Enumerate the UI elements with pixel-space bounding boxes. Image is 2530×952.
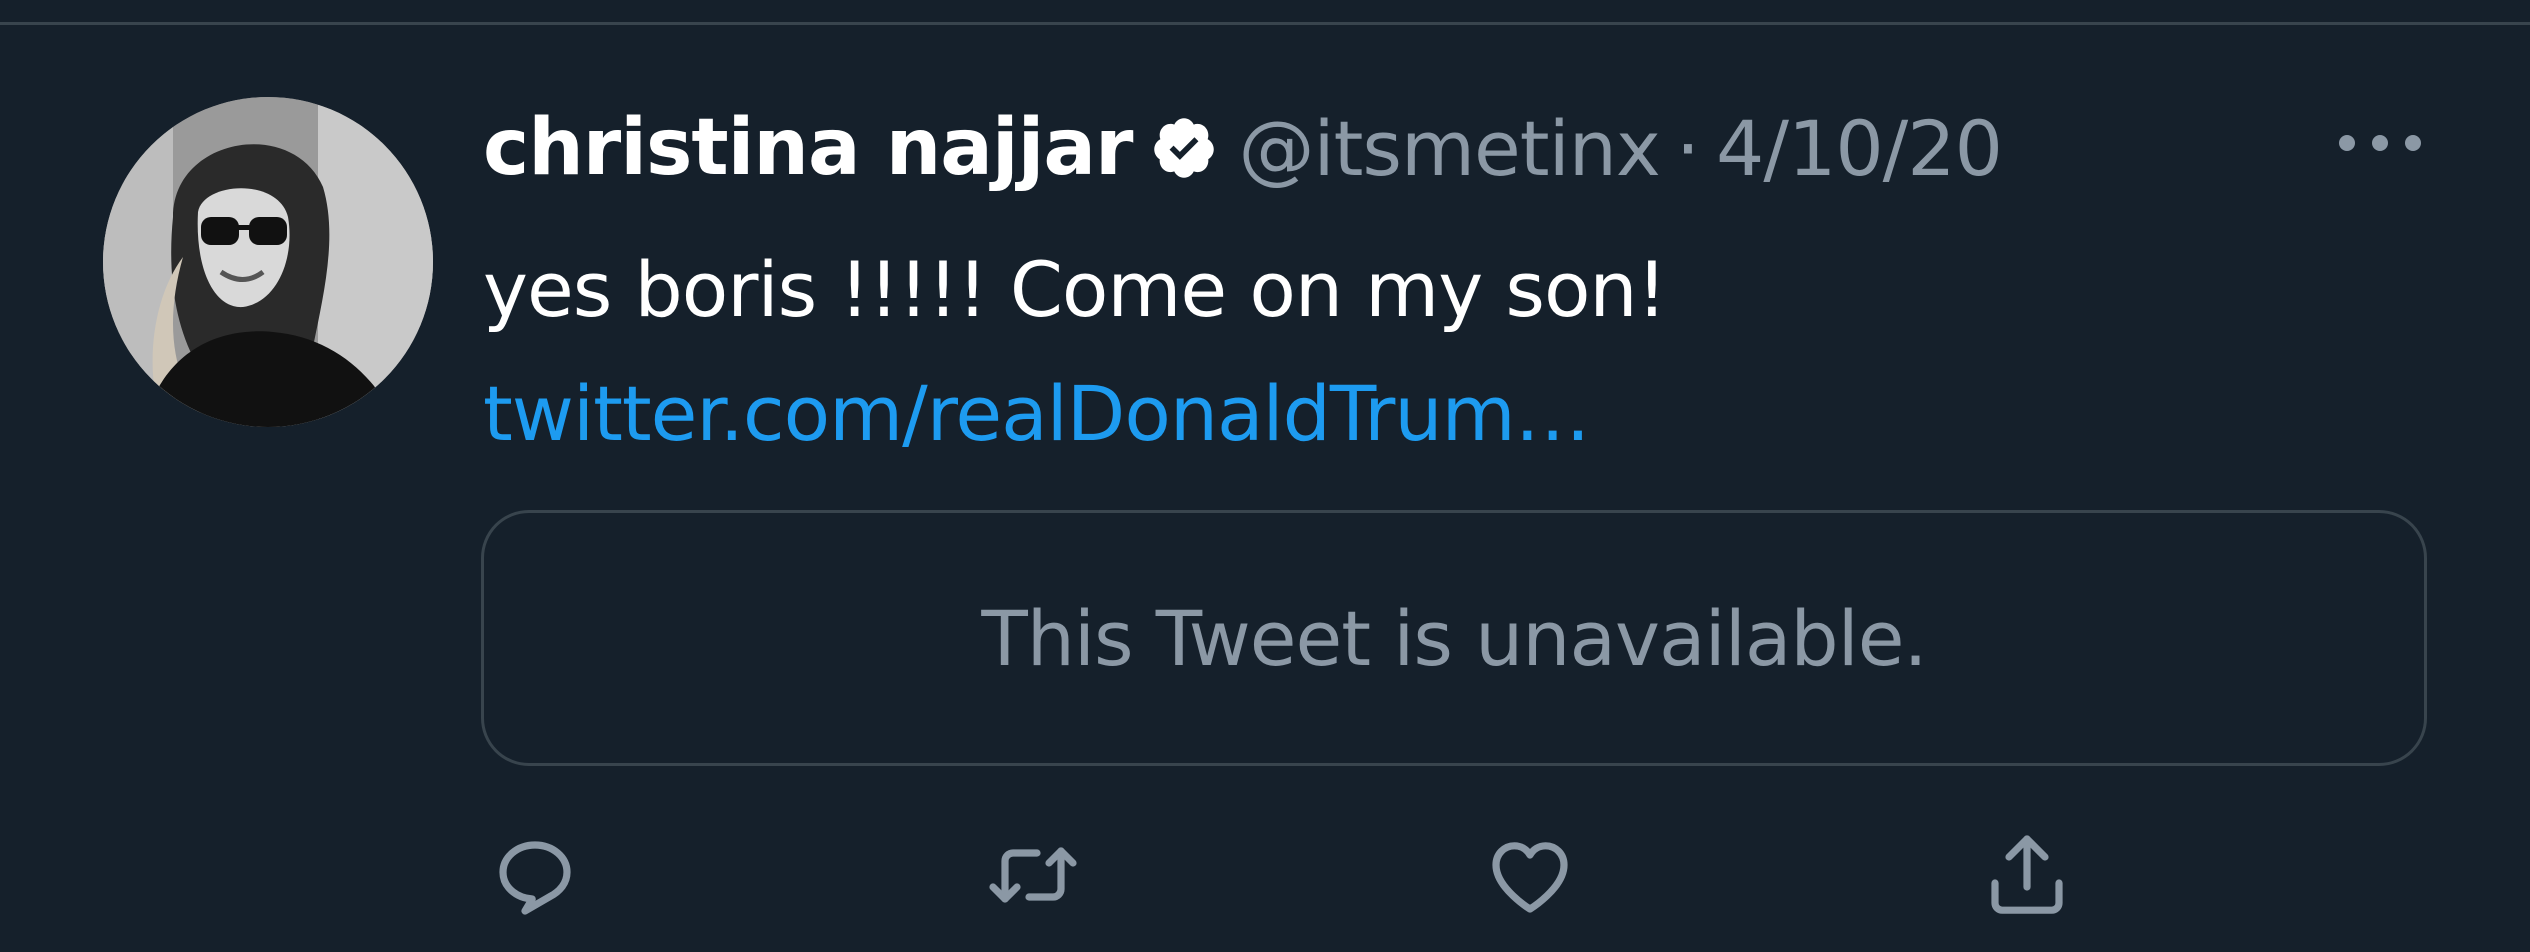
tweet[interactable]: christina najjar @itsmetinx · 4/10/20 ye… [0,0,2530,952]
verified-badge-icon [1154,118,1215,178]
tweet-link[interactable]: twitter.com/realDonaldTrum… [483,369,1591,458]
share-icon [1991,835,2063,914]
tweet-actions [0,820,2530,930]
quoted-tweet-card[interactable]: This Tweet is unavailable. [481,510,2427,766]
unavailable-message: This Tweet is unavailable. [981,593,1927,683]
tweet-date[interactable]: 4/10/20 [1716,104,2003,193]
separator-dot: · [1675,103,1701,193]
avatar[interactable] [103,97,433,427]
retweet-icon [989,847,1077,903]
user-handle[interactable]: @itsmetinx [1238,104,1660,193]
more-options-icon[interactable] [2335,128,2425,158]
share-button[interactable] [1972,820,2082,930]
avatar-photo [103,97,433,427]
like-button[interactable] [1475,820,1585,930]
tweet-header: christina najjar @itsmetinx · 4/10/20 [483,98,2003,198]
display-name[interactable]: christina najjar [483,103,1133,193]
reply-button[interactable] [480,820,590,930]
retweet-button[interactable] [978,820,1088,930]
reply-icon [499,841,571,915]
heart-icon [1492,842,1568,913]
tweet-body: yes boris !!!!! Come on my son! [483,245,1667,334]
tweet-text: yes boris !!!!! Come on my son! twitter.… [483,228,2443,476]
